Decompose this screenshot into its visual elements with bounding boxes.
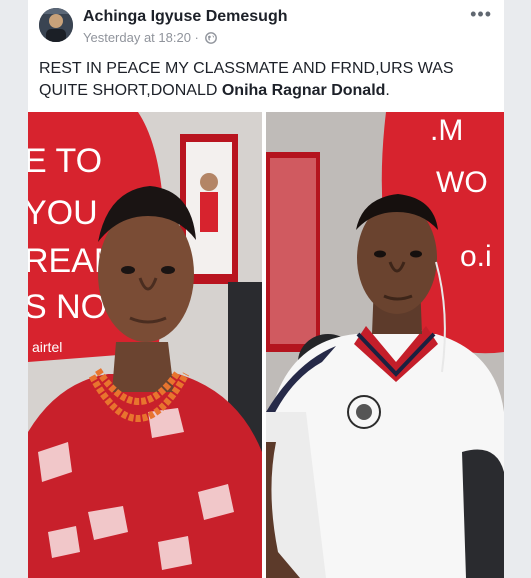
- more-options-icon[interactable]: •••: [470, 4, 492, 25]
- post-text: REST IN PEACE MY CLASSMATE AND FRND,URS …: [39, 58, 489, 102]
- post-meta: Yesterday at 18:20 ·: [83, 30, 217, 47]
- tagged-person-link[interactable]: Oniha Ragnar Donald: [222, 82, 386, 99]
- right-sign-line-1: .M: [430, 114, 463, 147]
- author-avatar[interactable]: [39, 8, 73, 42]
- post-timestamp[interactable]: Yesterday at 18:20 ·: [83, 30, 199, 45]
- right-sign-line-2: WO: [436, 166, 488, 199]
- post-card: Achinga Igyuse Demesugh Yesterday at 18:…: [28, 0, 504, 578]
- author-name[interactable]: Achinga Igyuse Demesugh: [83, 8, 288, 26]
- photo-left[interactable]: E TO YOU REAM S NO airtel: [28, 112, 262, 578]
- post-text-end: .: [385, 82, 390, 99]
- post-header: Achinga Igyuse Demesugh Yesterday at 18:…: [28, 0, 504, 50]
- left-sign-line-2: YOU: [28, 194, 98, 232]
- left-sign-line-4: S NO: [28, 288, 107, 326]
- globe-icon: [204, 32, 217, 47]
- left-sign-line-1: E TO: [28, 142, 102, 180]
- right-sign-line-3: o.i: [460, 240, 492, 273]
- left-brand-text: airtel: [32, 339, 62, 355]
- photo-right[interactable]: .M WO o.i: [266, 112, 504, 578]
